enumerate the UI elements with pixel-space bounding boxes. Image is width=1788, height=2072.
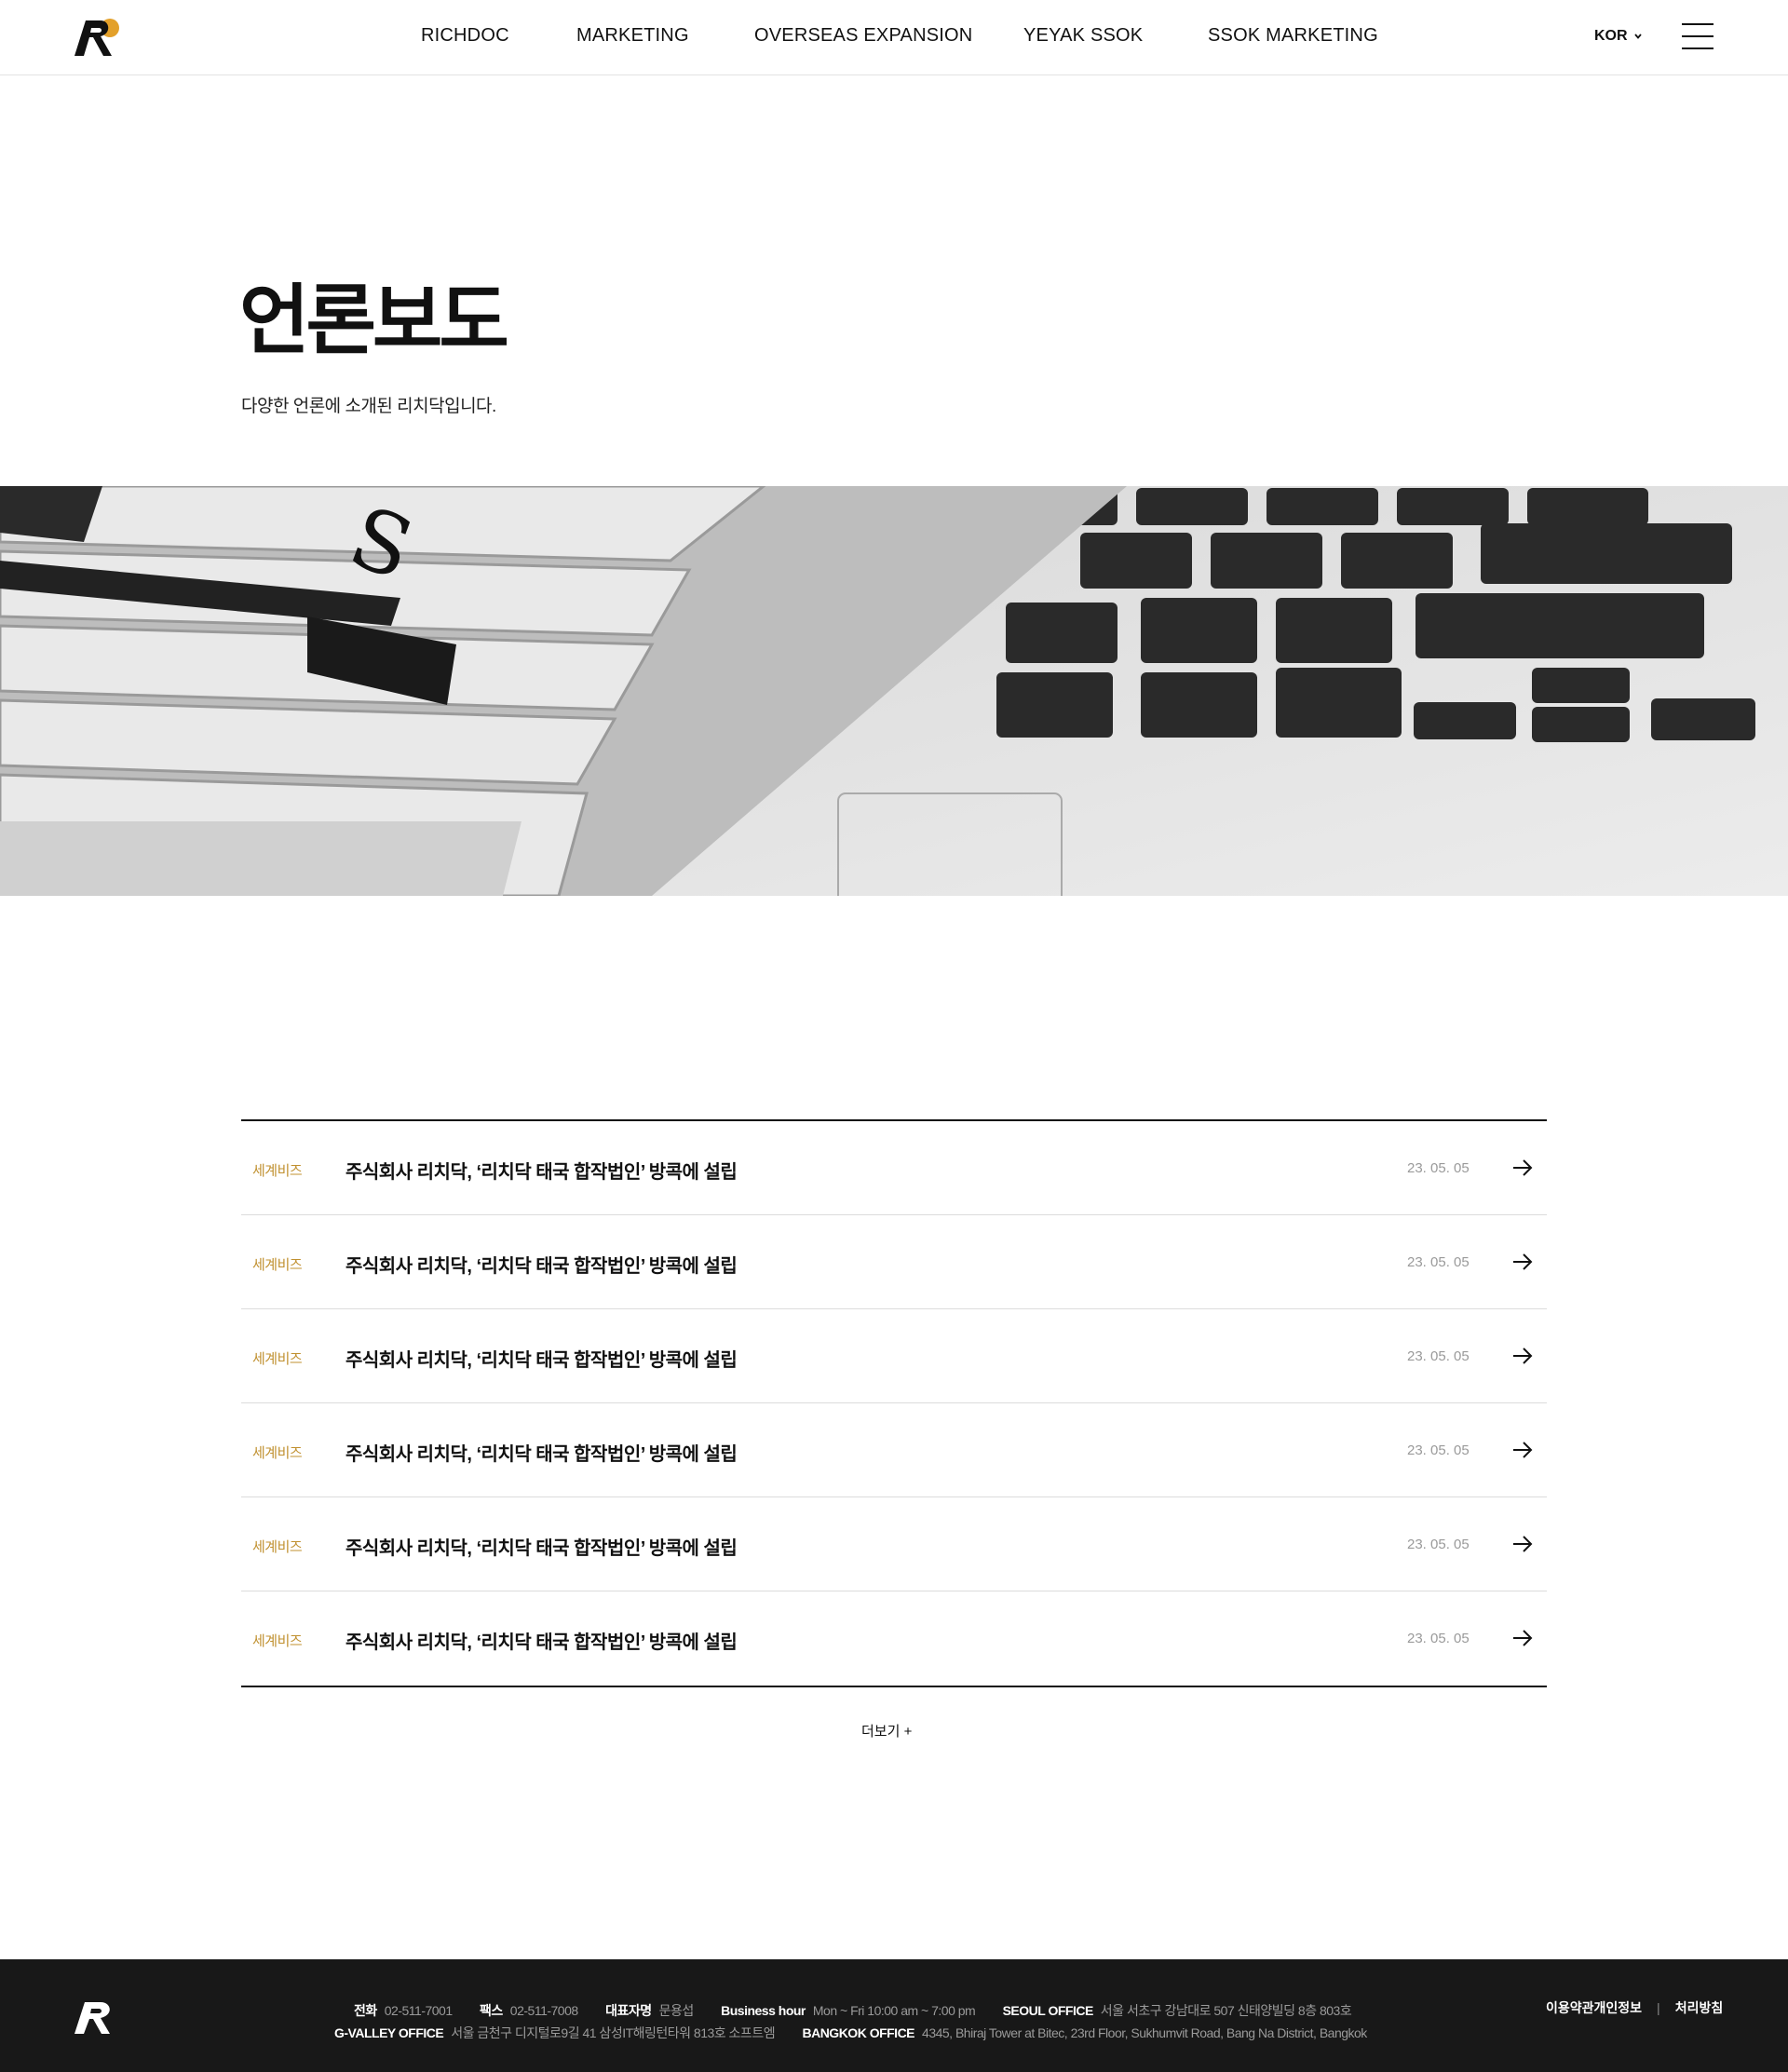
news-date: 23. 05. 05 [1407, 1537, 1470, 1552]
arrow-right-icon[interactable] [1512, 1347, 1533, 1365]
footer-links: 이용약관개인정보 | 처리방침 [1546, 1998, 1723, 2017]
page-title: 언론보도 [239, 278, 509, 363]
hours-value: Mon ~ Fri 10:00 am ~ 7:00 pm [812, 2003, 976, 2018]
news-title[interactable]: 주식회사 리치닥, ‘리치닥 태국 합작법인’ 방콕에 설립 [345, 1345, 738, 1372]
news-source: 세계비즈 [252, 1633, 303, 1649]
news-row[interactable]: 세계비즈 주식회사 리치닥, ‘리치닥 태국 합작법인’ 방콕에 설립 23. … [241, 1309, 1547, 1403]
news-title[interactable]: 주식회사 리치닥, ‘리치닥 태국 합작법인’ 방콕에 설립 [345, 1439, 738, 1466]
news-row[interactable]: 세계비즈 주식회사 리치닥, ‘리치닥 태국 합작법인’ 방콕에 설립 23. … [241, 1121, 1547, 1215]
fax-label: 팩스 [480, 2003, 503, 2018]
chevron-down-icon [1633, 34, 1642, 39]
divider: | [1657, 2000, 1660, 2015]
news-title[interactable]: 주식회사 리치닥, ‘리치닥 태국 합작법인’ 방콕에 설립 [345, 1157, 738, 1184]
news-date: 23. 05. 05 [1407, 1631, 1470, 1646]
gvalley-office-value: 서울 금천구 디지털로9길 41 삼성IT해링턴타워 813호 소프트엠 [451, 2025, 776, 2040]
load-more-button[interactable]: 더보기 + [861, 1721, 912, 1740]
news-date: 23. 05. 05 [1407, 1442, 1470, 1458]
hero-banner-image: S [0, 486, 1788, 896]
privacy-policy-link[interactable]: 처리방침 [1675, 2000, 1724, 2015]
language-selector[interactable]: KOR [1594, 28, 1643, 45]
news-row[interactable]: 세계비즈 주식회사 리치닥, ‘리치닥 태국 합작법인’ 방콕에 설립 23. … [241, 1497, 1547, 1591]
page-subtitle: 다양한 언론에 소개된 리치닥입니다. [241, 397, 496, 416]
news-date: 23. 05. 05 [1407, 1160, 1470, 1176]
phone-label: 전화 [354, 2003, 377, 2018]
site-footer: 전화 02-511-7001 팩스 02-511-7008 대표자명 문용섭 Busi… [0, 1959, 1788, 2072]
news-title[interactable]: 주식회사 리치닥, ‘리치닥 태국 합작법인’ 방콕에 설립 [345, 1533, 738, 1560]
hours-label: Business hour [721, 2003, 806, 2018]
fax-value: 02-511-7008 [509, 2003, 578, 2018]
news-source: 세계비즈 [252, 1351, 303, 1367]
nav-ssok-marketing[interactable]: SSOK MARKETING [1208, 25, 1378, 47]
news-source: 세계비즈 [252, 1445, 303, 1461]
news-row[interactable]: 세계비즈 주식회사 리치닥, ‘리치닥 태국 합작법인’ 방콕에 설립 23. … [241, 1591, 1547, 1686]
arrow-right-icon[interactable] [1512, 1441, 1533, 1459]
news-source: 세계비즈 [252, 1163, 303, 1179]
arrow-right-icon[interactable] [1512, 1253, 1533, 1271]
news-title[interactable]: 주식회사 리치닥, ‘리치닥 태국 합작법인’ 방콕에 설립 [345, 1627, 738, 1654]
nav-marketing[interactable]: MARKETING [576, 25, 689, 47]
arrow-right-icon[interactable] [1512, 1158, 1533, 1177]
seoul-office-label: SEOUL OFFICE [1002, 2003, 1094, 2018]
news-title[interactable]: 주식회사 리치닥, ‘리치닥 태국 합작법인’ 방콕에 설립 [345, 1251, 738, 1278]
richdoc-footer-logo-icon[interactable] [73, 1998, 121, 2036]
news-row[interactable]: 세계비즈 주식회사 리치닥, ‘리치닥 태국 합작법인’ 방콕에 설립 23. … [241, 1403, 1547, 1497]
site-header: RICHDOC MARKETING OVERSEAS EXPANSION YEY… [0, 0, 1788, 75]
language-label: KOR [1594, 28, 1628, 44]
gvalley-office-label: G-VALLEY OFFICE [334, 2025, 444, 2040]
main-nav: RICHDOC MARKETING OVERSEAS EXPANSION YEY… [0, 0, 1788, 74]
news-list: 세계비즈 주식회사 리치닥, ‘리치닥 태국 합작법인’ 방콕에 설립 23. … [241, 1119, 1547, 1687]
nav-richdoc[interactable]: RICHDOC [421, 25, 509, 47]
news-row[interactable]: 세계비즈 주식회사 리치닥, ‘리치닥 태국 합작법인’ 방콕에 설립 23. … [241, 1215, 1547, 1309]
arrow-right-icon[interactable] [1512, 1535, 1533, 1553]
bangkok-office-value: 4345, Bhiraj Tower at Bitec, 23rd Floor,… [922, 2025, 1367, 2040]
news-date: 23. 05. 05 [1407, 1348, 1470, 1364]
phone-value: 02-511-7001 [384, 2003, 453, 2018]
terms-link[interactable]: 이용약관개인정보 [1546, 2000, 1642, 2015]
hamburger-icon[interactable] [1682, 23, 1714, 49]
arrow-right-icon[interactable] [1512, 1629, 1533, 1647]
ceo-value: 문용섭 [658, 2003, 695, 2018]
ceo-label: 대표자명 [605, 2003, 652, 2018]
nav-yeyak-ssok[interactable]: YEYAK SSOK [1023, 25, 1143, 47]
news-source: 세계비즈 [252, 1257, 303, 1273]
bangkok-office-label: BANGKOK OFFICE [802, 2025, 915, 2040]
nav-overseas-expansion[interactable]: OVERSEAS EXPANSION [754, 25, 972, 47]
news-date: 23. 05. 05 [1407, 1254, 1470, 1270]
news-source: 세계비즈 [252, 1539, 303, 1555]
seoul-office-value: 서울 서초구 강남대로 507 신태양빌딩 8층 803호 [1100, 2003, 1352, 2018]
